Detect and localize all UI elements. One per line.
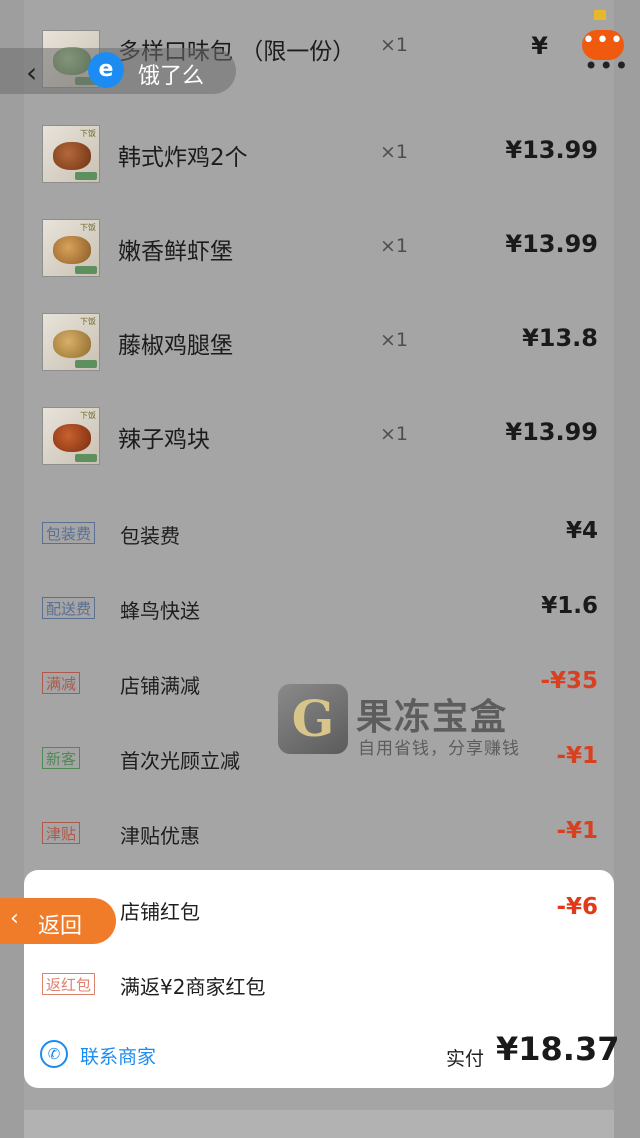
item-thumbnail: 下饭 [42,407,100,465]
fee-badge: 包装费 [42,522,96,544]
watermark-title: 果冻宝盒 [356,697,509,738]
order-item-2: 下饭 韩式炸鸡2个 ×1 ¥13.99 [24,108,614,202]
item-name: 辣子鸡块 [118,427,210,453]
more-dots-icon[interactable]: ••• [584,52,629,80]
fee-row-delivery: 配送费 蜂鸟快送 ¥1.6 [24,575,614,650]
return-button[interactable]: ‹ 返回 [0,898,116,944]
watermark-logo: G [278,684,348,754]
chevron-left-icon[interactable]: ‹ [26,56,37,89]
item-name: 韩式炸鸡2个 [118,145,248,171]
fee-row-packaging: 包装费 包装费 ¥4 [24,500,614,575]
fee-badge: 返红包 [42,973,96,995]
order-item-5: 下饭 辣子鸡块 ×1 ¥13.99 [24,390,614,484]
flag-icon [594,10,606,20]
return-label: 返回 [38,914,83,939]
fee-value: -¥1 [556,818,598,844]
fee-badge: 配送费 [42,597,96,619]
item-price: ¥13.99 [505,418,598,446]
item-price: ¥13.99 [505,230,598,258]
item-qty: ×1 [380,235,409,257]
fee-badge: 津贴 [42,822,81,844]
fee-label: 店铺红包 [120,900,200,924]
item-price: ¥13.8 [522,324,598,352]
item-price: ¥13.99 [505,136,598,164]
bottom-strip [24,1110,614,1138]
fee-label: 满返¥2商家红包 [120,975,266,999]
fee-label: 店铺满减 [120,674,200,698]
item-thumbnail: 下饭 [42,219,100,277]
eleme-logo-icon: e [88,52,124,88]
fee-value: -¥35 [540,668,598,694]
order-item-3: 下饭 嫩香鲜虾堡 ×1 ¥13.99 [24,202,614,296]
fee-label: 首次光顾立减 [120,749,240,773]
fee-value: -¥1 [556,743,598,769]
item-name: 嫩香鲜虾堡 [118,239,233,265]
item-thumbnail: 下饭 [42,125,100,183]
fee-value: -¥6 [556,894,598,920]
item-qty: ×1 [380,141,409,163]
fee-badge: 满减 [42,672,81,694]
item-price: ¥ [531,32,548,60]
paid-label: 实付 [446,1048,485,1070]
item-qty: ×1 [380,329,409,351]
item-name: 藤椒鸡腿堡 [118,333,233,359]
fee-label: 蜂鸟快送 [120,599,200,623]
fee-label: 津贴优惠 [120,824,200,848]
fee-value: ¥1.6 [541,593,598,619]
fee-badge: 新客 [42,747,81,769]
watermark-subtitle: 自用省钱，分享赚钱 [358,739,520,759]
app-name: 饿了么 [138,64,205,89]
paid-amount: ¥18.37 [496,1030,620,1068]
order-item-4: 下饭 藤椒鸡腿堡 ×1 ¥13.8 [24,296,614,390]
item-qty: ×1 [380,423,409,445]
fee-value: ¥4 [565,518,598,544]
contact-merchant-link[interactable]: 联系商家 [80,1042,156,1069]
phone-icon[interactable]: ✆ [40,1040,68,1068]
item-qty: ×1 [380,34,409,56]
fee-row-subsidy: 津贴 津贴优惠 -¥1 [24,800,614,875]
fee-row-return-redpacket: 返红包 满返¥2商家红包 [24,951,614,1026]
fee-label: 包装费 [120,524,180,548]
item-thumbnail: 下饭 [42,313,100,371]
chevron-left-icon: ‹ [10,906,19,931]
